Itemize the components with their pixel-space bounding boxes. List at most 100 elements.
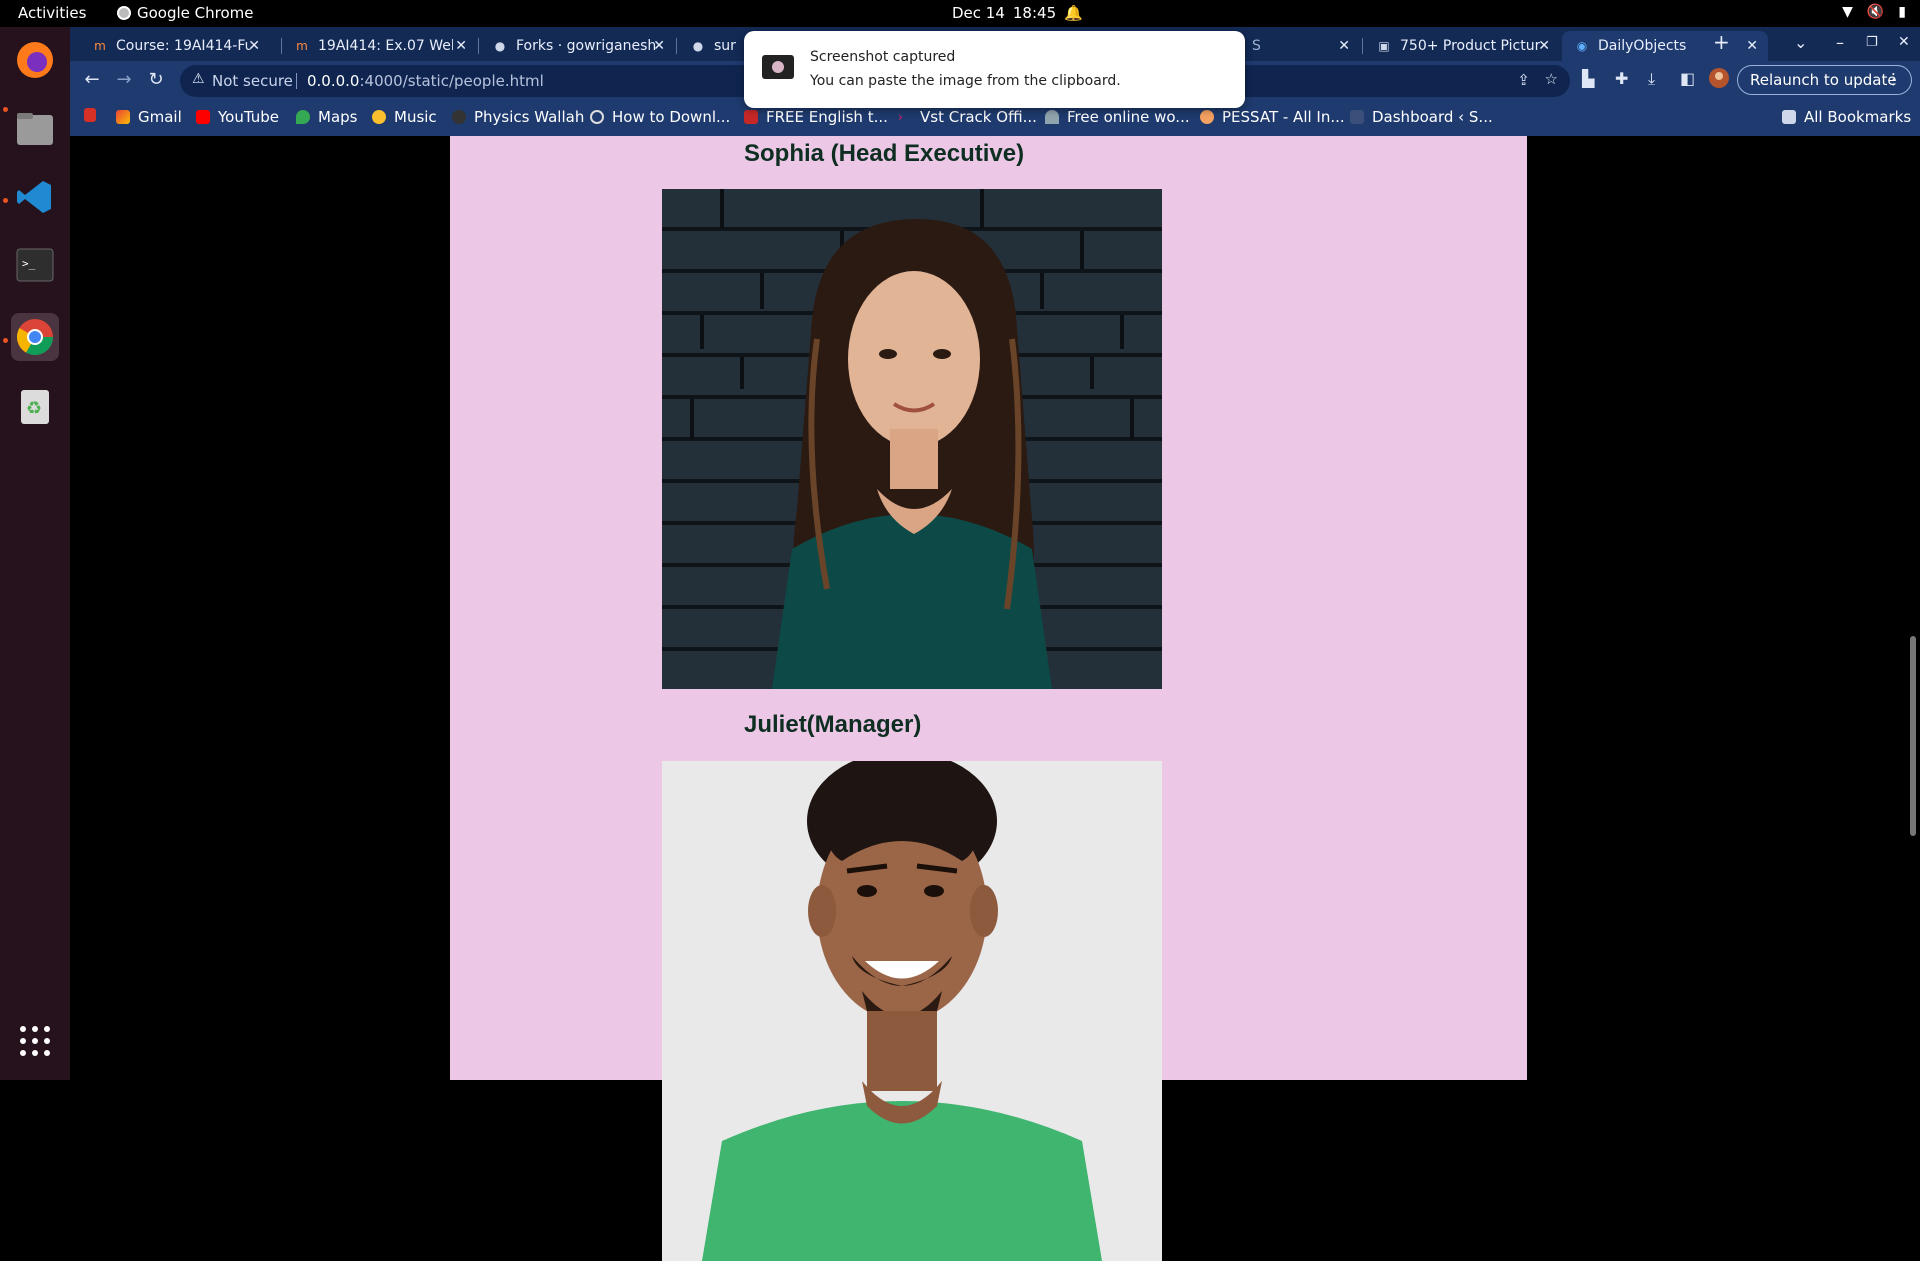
bookmark-free-english[interactable]: FREE English t... [744, 108, 888, 126]
bookmark-vst-crack[interactable]: › Vst Crack Offi... [898, 108, 1037, 126]
profile-avatar[interactable] [1708, 67, 1730, 93]
url-text[interactable]: 0.0.0.0:4000/static/people.html [307, 72, 544, 90]
globe-icon [590, 110, 604, 124]
system-tray[interactable]: ▼ 🔇 ▮ [1842, 4, 1906, 20]
download-icon[interactable]: ⤓ [1648, 69, 1655, 89]
app-name: Google Chrome [137, 4, 254, 22]
close-icon[interactable]: ✕ [1338, 38, 1350, 54]
chrome-icon [117, 6, 131, 20]
time: 18:45 [1012, 4, 1057, 22]
bookmark-label: FREE English t... [766, 108, 888, 126]
all-bookmarks[interactable]: All Bookmarks [1782, 108, 1911, 126]
bookmark-label: YouTube [218, 108, 279, 126]
firefox-icon [17, 42, 53, 78]
forward-icon[interactable]: → [112, 69, 136, 90]
bookmark-pessat[interactable]: PESSAT - All In... [1200, 108, 1345, 126]
more-icon: ⋮ [1886, 70, 1901, 88]
tab-title: S [1252, 38, 1261, 54]
date: Dec 14 [952, 4, 1005, 22]
share-icon[interactable]: ⇪ [1517, 71, 1530, 89]
chrome-icon [16, 319, 54, 356]
vscode-launcher[interactable] [11, 173, 59, 221]
url-host: 0.0.0.0 [307, 72, 360, 90]
cloud-icon [1045, 110, 1059, 124]
tab-search-icon[interactable]: ⌄ [1794, 33, 1807, 52]
notification-body: You can paste the image from the clipboa… [810, 73, 1121, 89]
minimize-icon[interactable]: – [1836, 33, 1844, 52]
close-icon[interactable]: ✕ [455, 38, 467, 54]
relaunch-button[interactable]: Relaunch to update ⋮ [1737, 65, 1912, 95]
bookmark-label: PESSAT - All In... [1222, 108, 1345, 126]
back-icon[interactable]: ← [80, 69, 104, 90]
new-tab-button[interactable]: + [1713, 30, 1730, 54]
bookmark-label: Vst Crack Offi... [920, 108, 1037, 126]
tab-dailyobjects[interactable]: ◉ DailyObjects ✕ [1562, 31, 1768, 61]
bookmark-label: How to Downl... [612, 108, 731, 126]
tab-forks[interactable]: ● Forks · gowriganesh ✕ [480, 31, 675, 61]
files-launcher[interactable] [11, 105, 59, 153]
folder-icon [1782, 110, 1796, 124]
bookmark-music[interactable]: Music [372, 108, 437, 126]
tab-ex07[interactable]: m 19AI414: Ex.07 Web ✕ [282, 31, 477, 61]
restore-icon[interactable]: ❐ [1866, 35, 1878, 50]
globe-icon: ◉ [1576, 39, 1588, 53]
bookmark-free-online[interactable]: Free online wo... [1045, 108, 1190, 126]
puzzle-icon[interactable]: ✚ [1615, 69, 1628, 88]
activities-button[interactable]: Activities [18, 4, 86, 22]
bookmark-label: Dashboard ‹ S... [1372, 108, 1493, 126]
bookmark-label: Gmail [138, 108, 182, 126]
tab-title: Course: 19AI414-Fu [116, 38, 251, 54]
app-menu[interactable]: Google Chrome [117, 4, 254, 22]
security-label[interactable]: Not secure [212, 72, 293, 90]
url-path: :4000/static/people.html [359, 72, 544, 90]
english-site-icon [744, 110, 758, 124]
bookmark-dashboard[interactable]: Dashboard ‹ S... [1350, 108, 1493, 126]
close-icon[interactable]: ✕ [248, 38, 260, 54]
scrollbar-thumb[interactable] [1910, 636, 1916, 836]
omnibox-divider [296, 73, 297, 89]
tab-partial[interactable]: S ✕ [1240, 31, 1360, 61]
running-indicator [3, 107, 8, 112]
firefox-launcher[interactable] [11, 36, 59, 84]
terminal-launcher[interactable]: >_ [11, 241, 59, 289]
show-apps-button[interactable] [11, 1017, 59, 1065]
github-icon: ● [692, 39, 704, 53]
bookmark-label: All Bookmarks [1804, 108, 1912, 126]
screenshot-notification[interactable]: Screenshot captured You can paste the im… [744, 31, 1245, 108]
chrome-launcher[interactable] [11, 313, 59, 361]
bookmark-gmail[interactable]: Gmail [116, 108, 182, 126]
gmail-icon [116, 110, 130, 124]
files-icon [17, 113, 53, 145]
system-top-bar: Activities Google Chrome Dec 14 18:45 🔔 … [0, 0, 1920, 27]
tab-divider [478, 38, 479, 54]
person-name-sophia: Sophia (Head Executive) [744, 140, 1025, 167]
bookmark-physics-wallah[interactable]: Physics Wallah [452, 108, 584, 126]
close-icon[interactable]: ✕ [1538, 38, 1550, 54]
bookmark-how-to-download[interactable]: How to Downl... [590, 108, 730, 126]
vscode-icon [17, 181, 51, 213]
music-icon [372, 110, 386, 124]
bookmark-maps[interactable]: Maps [296, 108, 357, 126]
notification-title: Screenshot captured [810, 49, 956, 65]
clock[interactable]: Dec 14 18:45 🔔 [952, 4, 1083, 22]
tab-product-pictures[interactable]: ▣ 750+ Product Pictur ✕ [1364, 31, 1560, 61]
extension-icon[interactable]: ▙ [1582, 69, 1594, 88]
page-scrollbar[interactable] [1906, 136, 1920, 1080]
trash-launcher[interactable]: ♻ [11, 382, 59, 430]
trash-icon: ♻ [21, 390, 49, 424]
close-icon[interactable]: ✕ [1746, 38, 1758, 54]
close-icon[interactable]: ✕ [653, 38, 665, 54]
bookmark-apps[interactable] [84, 108, 96, 122]
wifi-icon: ▼ [1842, 4, 1853, 20]
maps-icon [296, 110, 310, 124]
tab-course[interactable]: m Course: 19AI414-Fu ✕ [80, 31, 270, 61]
side-panel-icon[interactable]: ◧ [1680, 69, 1695, 88]
dashboard-icon [1350, 110, 1364, 124]
reload-icon[interactable]: ↻ [144, 69, 168, 90]
bookmark-youtube[interactable]: YouTube [196, 108, 279, 126]
bookmark-star-icon[interactable]: ☆ [1545, 70, 1558, 88]
bookmark-label: Free online wo... [1067, 108, 1190, 126]
running-indicator [3, 338, 8, 343]
close-window-icon[interactable]: ✕ [1898, 34, 1910, 50]
people-content: Sophia (Head Executive) Juliet(Manager) [450, 136, 1527, 1261]
